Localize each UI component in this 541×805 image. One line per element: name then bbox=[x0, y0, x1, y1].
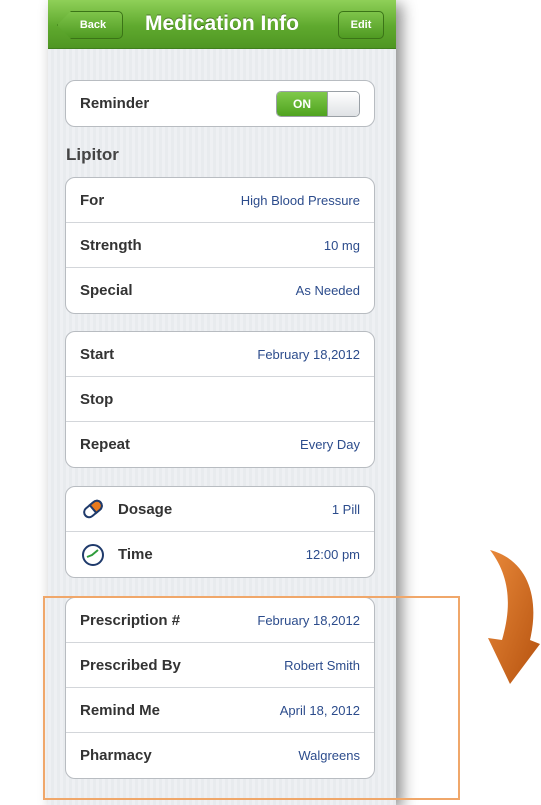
edit-button[interactable]: Edit bbox=[338, 11, 384, 39]
schedule-row-start[interactable]: Start February 18,2012 bbox=[66, 332, 374, 377]
row-value: Every Day bbox=[300, 437, 360, 452]
clock-icon bbox=[82, 543, 104, 566]
pill-icon bbox=[83, 499, 103, 519]
schedule-group: Start February 18,2012 Stop Repeat Every… bbox=[65, 331, 375, 468]
row-value: As Needed bbox=[295, 283, 360, 298]
row-value: 10 mg bbox=[323, 237, 360, 253]
dosing-row-dosage[interactable]: Dosage 1 Pill bbox=[66, 487, 374, 532]
highlight-box bbox=[43, 596, 460, 800]
row-value: February 18,2012 bbox=[257, 346, 360, 362]
toggle-on-label: ON bbox=[277, 91, 327, 116]
row-value: 1 Pill bbox=[331, 501, 360, 517]
details-row-for[interactable]: For High Blood Pressure bbox=[66, 178, 374, 223]
row-label: Strength bbox=[80, 236, 142, 254]
dosing-row-time[interactable]: Time 12:00 pm bbox=[66, 532, 374, 577]
dosing-group: Dosage 1 Pill Time 12:00 pm bbox=[65, 486, 375, 578]
row-value: 12:00 pm bbox=[305, 547, 360, 562]
details-group: For High Blood Pressure Strength 10 mg S… bbox=[65, 177, 375, 314]
schedule-row-stop[interactable]: Stop bbox=[66, 377, 374, 422]
navigation-bar: Back Medication Info Edit bbox=[48, 0, 396, 49]
row-label: Stop bbox=[80, 390, 114, 408]
row-label: Special bbox=[80, 282, 133, 299]
row-label: Repeat bbox=[80, 436, 131, 453]
reminder-group: Reminder ON bbox=[65, 80, 375, 127]
reminder-label: Reminder bbox=[80, 95, 150, 112]
row-label: For bbox=[80, 191, 105, 209]
row-label: Start bbox=[80, 345, 115, 363]
medication-name: Lipitor bbox=[66, 145, 119, 164]
row-label: Dosage bbox=[118, 500, 173, 518]
schedule-row-repeat[interactable]: Repeat Every Day bbox=[66, 422, 374, 467]
row-label: Time bbox=[118, 546, 153, 563]
reminder-toggle[interactable]: ON bbox=[276, 90, 360, 117]
reminder-row: Reminder ON bbox=[66, 81, 374, 126]
curved-arrow-icon bbox=[488, 550, 540, 684]
toggle-knob[interactable] bbox=[327, 91, 359, 116]
row-value: High Blood Pressure bbox=[240, 192, 360, 208]
details-row-special[interactable]: Special As Needed bbox=[66, 268, 374, 313]
details-row-strength[interactable]: Strength 10 mg bbox=[66, 223, 374, 268]
